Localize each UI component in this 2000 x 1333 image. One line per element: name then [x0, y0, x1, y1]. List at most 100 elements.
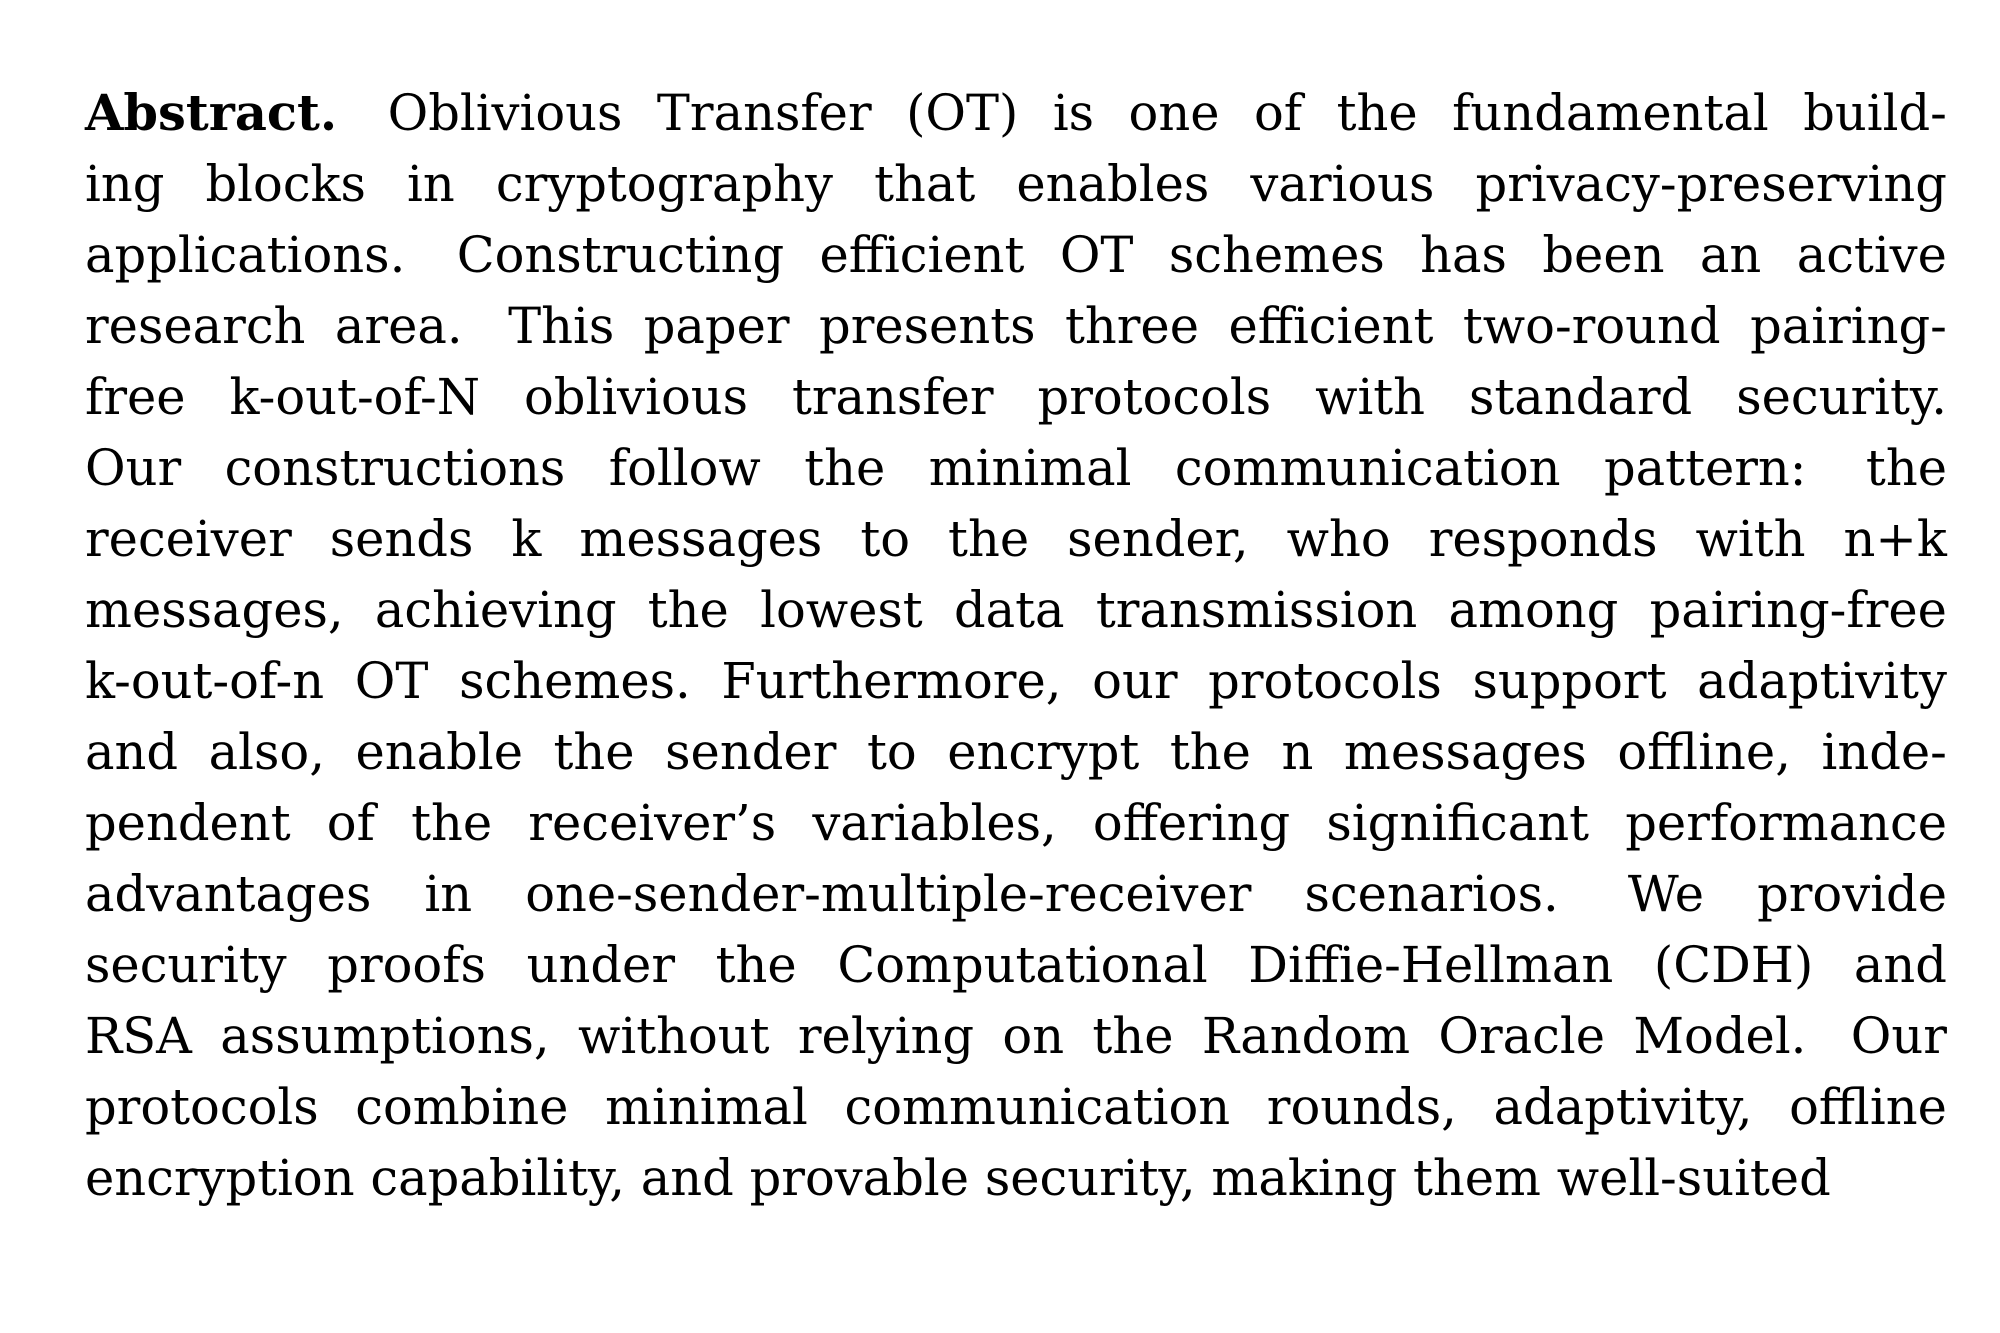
- abstract-word: enable: [355, 723, 523, 781]
- abstract-word: capability,: [370, 1149, 626, 1207]
- abstract-word: receiver: [85, 510, 292, 568]
- abstract-word: area.: [334, 297, 463, 355]
- abstract-word: applications.: [85, 226, 406, 284]
- abstract-line: receiver sends k messages to the sender, who res…: [85, 504, 1947, 575]
- abstract-word: is: [1052, 84, 1095, 142]
- abstract-word: paper: [643, 297, 790, 355]
- abstract-word: active: [1796, 226, 1947, 284]
- abstract-word: protocols: [1037, 368, 1272, 426]
- abstract-paragraph: Abstract. Oblivious Transfer (OT) is one of the…: [85, 78, 1947, 1214]
- abstract-word: adaptivity: [1697, 652, 1947, 710]
- abstract-word: Furthermore,: [721, 652, 1062, 710]
- abstract-word: significant: [1326, 794, 1590, 852]
- abstract-word: pairing-: [1750, 297, 1947, 355]
- abstract-word: data: [953, 581, 1065, 639]
- abstract-word: and: [1853, 936, 1947, 994]
- abstract-word: n+k: [1843, 510, 1947, 568]
- abstract-word: variables,: [812, 794, 1057, 852]
- abstract-word: under: [526, 936, 675, 994]
- abstract-word: well-suited: [1556, 1149, 1831, 1207]
- abstract-word: the: [715, 936, 797, 994]
- abstract-word: has: [1420, 226, 1507, 284]
- abstract-word: Constructing: [456, 226, 785, 284]
- abstract-word: with: [1315, 368, 1426, 426]
- abstract-word: proofs: [327, 936, 486, 994]
- abstract-word: adaptivity,: [1493, 1078, 1753, 1136]
- abstract-word: efficient: [1228, 297, 1434, 355]
- abstract-word: security: [85, 936, 287, 994]
- abstract-word: receiver’s: [528, 794, 777, 852]
- abstract-word: RSA: [85, 1007, 192, 1065]
- abstract-word: Diffie-Hellman: [1248, 936, 1614, 994]
- abstract-word: various: [1250, 155, 1435, 213]
- abstract-word: constructions: [224, 439, 566, 497]
- abstract-word: k: [511, 510, 542, 568]
- abstract-word: combine: [355, 1078, 569, 1136]
- abstract-word: the: [647, 581, 729, 639]
- abstract-word: to: [860, 510, 911, 568]
- abstract-word: Oracle: [1438, 1007, 1606, 1065]
- abstract-word: relying: [797, 1007, 975, 1065]
- abstract-word: standard: [1469, 368, 1693, 426]
- abstract-word: the: [411, 794, 493, 852]
- abstract-word: and: [640, 1149, 734, 1207]
- abstract-word: in: [424, 865, 473, 923]
- abstract-word: messages: [579, 510, 823, 568]
- abstract-page: Abstract. Oblivious Transfer (OT) is one of the…: [0, 0, 2000, 1333]
- word-space: [969, 1143, 985, 1214]
- abstract-word: k-out-of-n: [85, 652, 325, 710]
- abstract-word: security.: [1736, 368, 1947, 426]
- abstract-word: minimal: [928, 439, 1132, 497]
- abstract-line: encryption capability, and provable secu…: [85, 1143, 1947, 1214]
- abstract-line: research area. This paper presents three effic…: [85, 291, 1947, 362]
- abstract-word: presents: [819, 297, 1036, 355]
- abstract-word: among: [1448, 581, 1619, 639]
- abstract-word: protocols: [85, 1078, 319, 1136]
- abstract-word: the: [804, 439, 886, 497]
- abstract-line: advantages in one-sender-multiple-receiver…: [85, 859, 1947, 930]
- abstract-word: sender: [665, 723, 837, 781]
- abstract-word: that: [874, 155, 976, 213]
- abstract-word: without: [578, 1007, 770, 1065]
- abstract-word: OT: [354, 652, 429, 710]
- abstract-word: protocols: [1208, 652, 1442, 710]
- abstract-word: transmission: [1095, 581, 1418, 639]
- abstract-word: n: [1281, 723, 1314, 781]
- abstract-word: the: [1336, 84, 1418, 142]
- abstract-word: and: [85, 723, 179, 781]
- abstract-word: pendent: [85, 794, 291, 852]
- abstract-word: our: [1092, 652, 1178, 710]
- abstract-line: Abstract. Oblivious Transfer (OT) is one of the…: [85, 78, 1947, 149]
- abstract-word: Oblivious: [387, 84, 623, 142]
- abstract-word: enables: [1016, 155, 1210, 213]
- abstract-word: (CDH): [1653, 936, 1814, 994]
- abstract-word: achieving: [374, 581, 617, 639]
- abstract-word: advantages: [85, 865, 372, 923]
- abstract-line: security proofs under the Computational Diffi…: [85, 930, 1947, 1001]
- abstract-word: minimal: [605, 1078, 808, 1136]
- abstract-word: with: [1695, 510, 1806, 568]
- abstract-word: We: [1627, 865, 1704, 923]
- abstract-word: security,: [984, 1149, 1196, 1207]
- word-space: [1541, 1143, 1557, 1214]
- abstract-word: also,: [208, 723, 325, 781]
- abstract-word: ing: [85, 155, 165, 213]
- abstract-line: RSA assumptions, without relying on the Random…: [85, 1001, 1947, 1072]
- abstract-word: been: [1542, 226, 1665, 284]
- abstract-word: follow: [608, 439, 761, 497]
- word-space: [734, 1143, 750, 1214]
- abstract-word: fundamental: [1452, 84, 1769, 142]
- abstract-word: transfer: [791, 368, 994, 426]
- abstract-word: free: [85, 368, 186, 426]
- abstract-word: research: [85, 297, 306, 355]
- abstract-word: the: [948, 510, 1030, 568]
- abstract-line: free k-out-of-N oblivious transfer protocols…: [85, 362, 1947, 433]
- abstract-word: on: [1002, 1007, 1065, 1065]
- abstract-word: them: [1412, 1149, 1541, 1207]
- abstract-line: messages, achieving the lowest data transmiss…: [85, 575, 1947, 646]
- abstract-word: offline,: [1617, 723, 1791, 781]
- abstract-word: two-round: [1462, 297, 1721, 355]
- abstract-word: scenarios.: [1304, 865, 1559, 923]
- abstract-word: the: [1092, 1007, 1174, 1065]
- abstract-word: sender,: [1067, 510, 1249, 568]
